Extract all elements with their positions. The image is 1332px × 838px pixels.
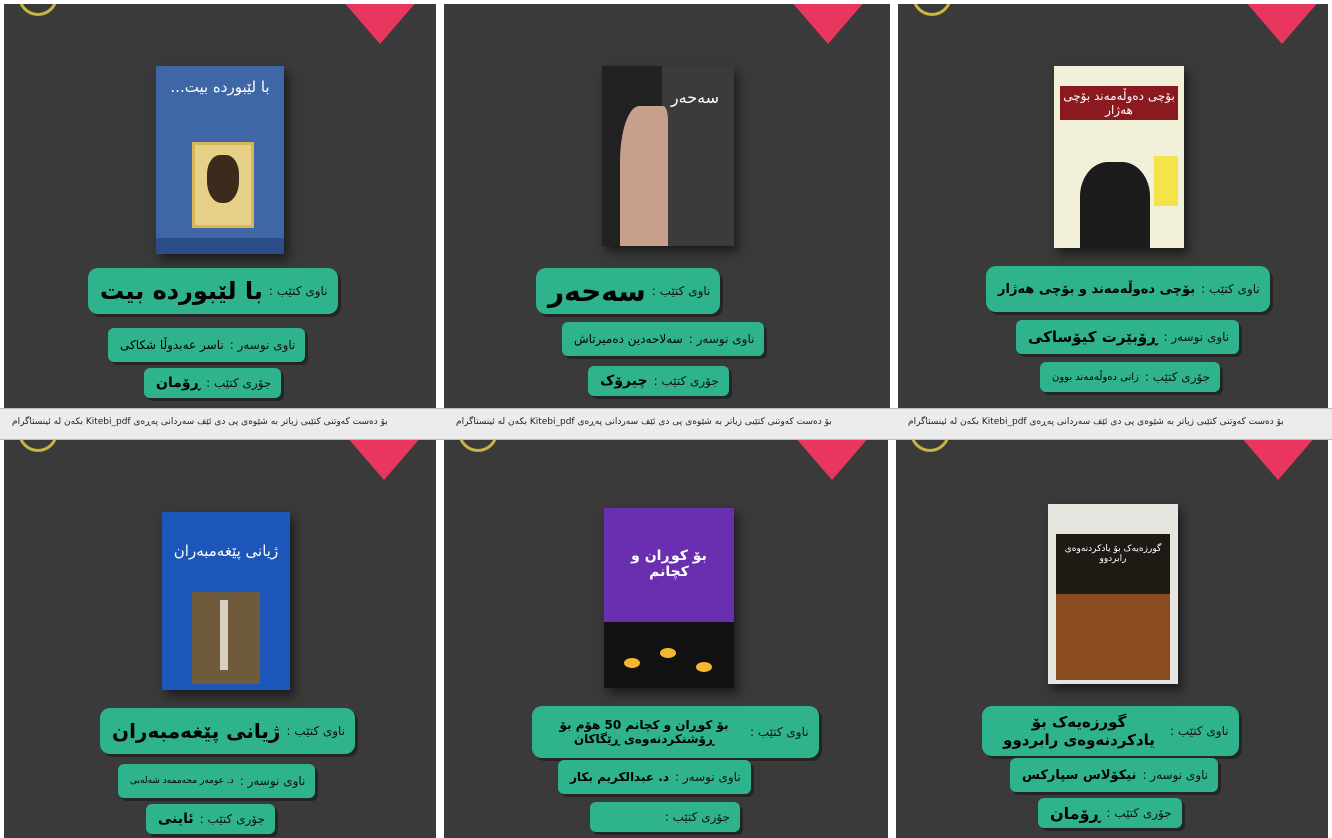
cover-title: گورزەیەک بۆ یادکردنەوەی رابردوو (1064, 544, 1162, 564)
author-row: ناوی نوسەر : نیکۆلاس سپارکس (1010, 758, 1219, 792)
author-name: سەلاحەدین دەمیرتاش (574, 332, 683, 346)
ribbon-icon (1244, 4, 1320, 44)
author-label: ناوی نوسەر : (229, 338, 296, 352)
book-title: ژیانی پێغەمبەران (112, 719, 281, 743)
author-row: ناوی نوسەر : ڕۆبێرت کیۆساکی (1016, 320, 1240, 354)
ring-decoration (458, 440, 498, 452)
footer-text: بۆ دەست کەوتنی کتێبی زیاتر بە شێوەی پی د… (908, 417, 1284, 427)
ribbon-icon (346, 440, 422, 480)
author-name: ڕۆبێرت کیۆساکی (1028, 328, 1158, 346)
book-name-label: ناوی کتێب : (750, 725, 809, 739)
author-row: ناوی نوسەر : ناسر عەبدوڵا شکاکی (108, 328, 306, 362)
genre-value: ئاینی (158, 811, 194, 827)
book-title-row: ناوی کتێب : ژیانی پێغەمبەران (100, 708, 356, 754)
ribbon-icon (790, 4, 866, 44)
genre-row: جۆری کتێب : ڕۆمان (144, 368, 282, 398)
book-name-label: ناوی کتێب : (286, 724, 346, 738)
author-label: ناوی نوسەر : (239, 774, 306, 788)
author-row: ناوی نوسەر : د. عومەر محەممەد شەلەبی (118, 764, 316, 798)
ring-decoration (18, 440, 58, 452)
genre-row: جۆری کتێب : (590, 802, 740, 832)
book-title: با لێبوردە بیت (100, 277, 263, 305)
genre-label: جۆری کتێب : (653, 374, 719, 388)
author-label: ناوی نوسەر : (1163, 330, 1230, 344)
book-name-label: ناوی کتێب : (1201, 282, 1260, 296)
ribbon-icon (1240, 440, 1316, 480)
book-title-row: ناوی کتێب : بۆچی دەوڵەمەند و بۆچی هەژار (986, 266, 1270, 312)
book-title-row: ناوی کتێب : گورزەیەک بۆ یادکردنەوەی رابر… (982, 706, 1239, 756)
book-name-label: ناوی کتێب : (268, 284, 328, 298)
book-title: سەحەر (548, 274, 646, 308)
book-card[interactable]: با لێبوردە بیت... ناوی کتێب : با لێبوردە… (4, 4, 436, 408)
genre-label: جۆری کتێب : (664, 810, 730, 824)
author-row: ناوی نوسەر : د. عبدالكريم بكار (558, 760, 751, 794)
genre-value: زانی دەوڵەمەند بوون (1052, 371, 1139, 383)
genre-row: جۆری کتێب : زانی دەوڵەمەند بوون (1040, 362, 1221, 392)
book-title: گورزەیەک بۆ یادکردنەوەی رابردوو (1003, 713, 1155, 749)
cover-portrait (192, 142, 254, 228)
footer-text: بۆ دەست کەوتنی کتێبی زیاتر بە شێوەی پی د… (12, 417, 388, 427)
book-title-row: ناوی کتێب : با لێبوردە بیت (88, 268, 338, 314)
cover-title: سەحەر (670, 88, 720, 107)
cover-title: بۆ کوڕان و کچانم (631, 548, 707, 580)
book-title: بۆ کوڕان و کچانم 50 هۆم بۆ ڕۆشنکردنەوەی … (559, 718, 729, 746)
book-card[interactable]: ژیانی پێغەمبەران ناوی کتێب : ژیانی پێغەم… (4, 440, 436, 838)
footer-text: بۆ دەست کەوتنی کتێبی زیاتر بە شێوەی پی د… (456, 417, 832, 427)
book-cover: با لێبوردە بیت... (156, 66, 284, 254)
cover-title: ژیانی پێغەمبەران (173, 542, 279, 560)
book-cover: بۆچی دەوڵەمەند بۆچی هەژار (1054, 66, 1184, 248)
ring-decoration (18, 4, 58, 16)
book-cover: بۆ کوڕان و کچانم (604, 508, 734, 688)
genre-value: چیرۆک (600, 373, 648, 389)
book-name-label: ناوی کتێب : (651, 284, 711, 298)
ribbon-icon (794, 440, 870, 480)
genre-row: جۆری کتێب : ئاینی (146, 804, 275, 834)
cover-title: با لێبوردە بیت... (170, 78, 270, 96)
genre-label: جۆری کتێب : (1144, 370, 1211, 384)
footer-strip: بۆ دەست کەوتنی کتێبی زیاتر بە شێوەی پی د… (0, 408, 1332, 440)
genre-row: جۆری کتێب : ڕۆمان (1038, 798, 1182, 828)
ring-decoration (912, 4, 952, 16)
book-name-label: ناوی کتێب : (1170, 724, 1229, 738)
book-title-row: ناوی کتێب : بۆ کوڕان و کچانم 50 هۆم بۆ ڕ… (532, 706, 819, 758)
genre-value: ڕۆمان (156, 375, 201, 391)
genre-label: جۆری کتێب : (199, 812, 265, 826)
genre-row: جۆری کتێب : چیرۆک (588, 366, 729, 396)
author-row: ناوی نوسەر : سەلاحەدین دەمیرتاش (562, 322, 765, 356)
book-card[interactable]: سەحەر ناوی کتێب : سەحەر ناوی نوسەر : سەل… (444, 4, 890, 408)
author-name: نیکۆلاس سپارکس (1022, 767, 1137, 783)
genre-label: جۆری کتێب : (1106, 806, 1172, 820)
ribbon-icon (342, 4, 418, 44)
author-name: د. عبدالكريم بكار (570, 770, 669, 784)
book-cover: گورزەیەک بۆ یادکردنەوەی رابردوو (1048, 504, 1178, 684)
book-title-row: ناوی کتێب : سەحەر (536, 268, 721, 314)
cover-title: بۆچی دەوڵەمەند بۆچی هەژار (1060, 86, 1178, 120)
book-card[interactable]: گورزەیەک بۆ یادکردنەوەی رابردوو ناوی کتێ… (896, 440, 1328, 838)
genre-value: ڕۆمان (1050, 803, 1101, 823)
genre-label: جۆری کتێب : (206, 376, 272, 390)
author-label: ناوی نوسەر : (1142, 768, 1209, 782)
book-cover: ژیانی پێغەمبەران (162, 512, 290, 690)
author-name: ناسر عەبدوڵا شکاکی (120, 338, 224, 352)
author-label: ناوی نوسەر : (674, 770, 741, 784)
book-card[interactable]: بۆ کوڕان و کچانم ناوی کتێب : بۆ کوڕان و … (444, 440, 888, 838)
author-label: ناوی نوسەر : (688, 332, 755, 346)
book-cover: سەحەر (602, 66, 734, 246)
book-title: بۆچی دەوڵەمەند و بۆچی هەژار (998, 281, 1196, 297)
book-card[interactable]: بۆچی دەوڵەمەند بۆچی هەژار ناوی کتێب : بۆ… (898, 4, 1328, 408)
ring-decoration (910, 440, 950, 452)
author-name: د. عومەر محەممەد شەلەبی (130, 776, 234, 786)
